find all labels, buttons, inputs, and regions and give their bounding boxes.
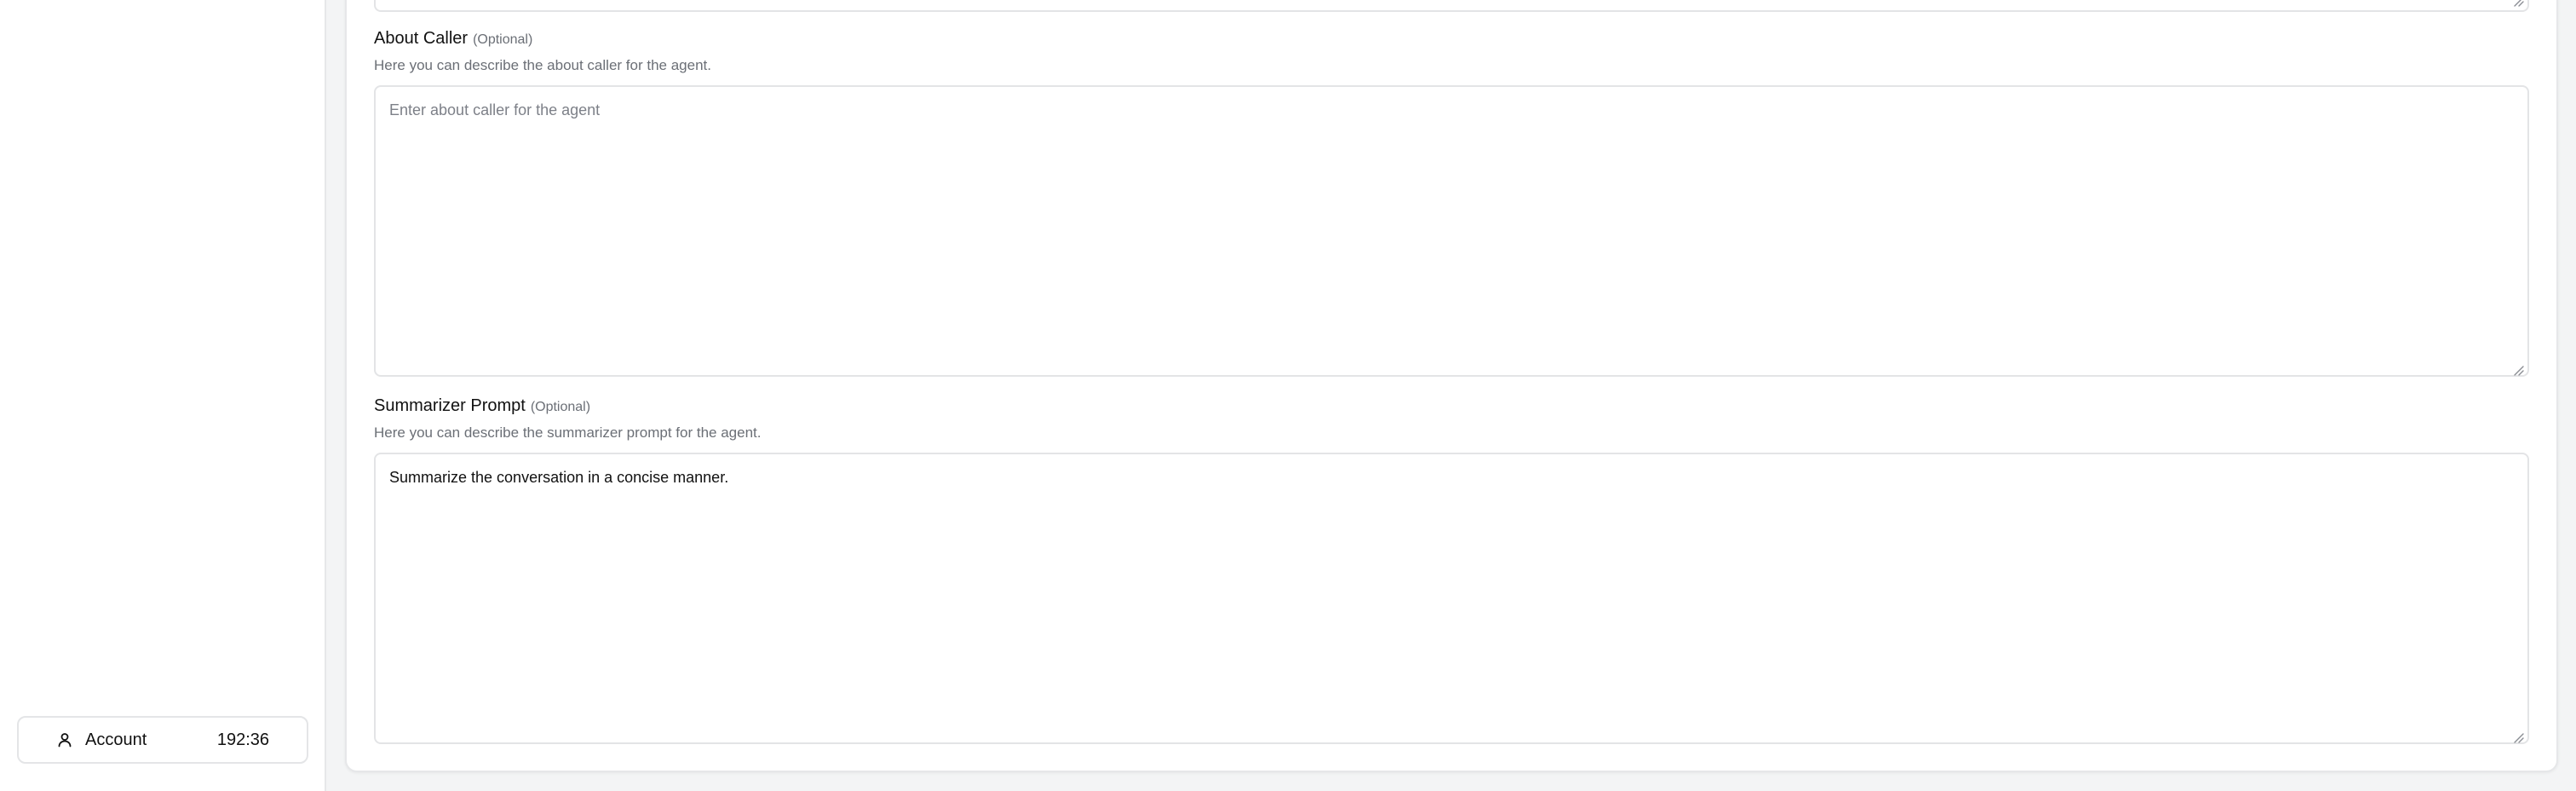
resize-grip-icon[interactable] <box>2512 727 2524 743</box>
resize-grip-icon[interactable] <box>2512 360 2524 376</box>
resize-grip-icon[interactable] <box>2512 0 2524 7</box>
about-caller-placeholder: Enter about caller for the agent <box>389 101 601 118</box>
summarizer-prompt-label: Summarizer Prompt <box>374 396 526 415</box>
about-caller-field: About Caller (Optional) Here you can desc… <box>374 27 2529 377</box>
agent-settings-card: About Caller (Optional) Here you can desc… <box>345 0 2558 772</box>
optional-tag: (Optional) <box>473 32 533 47</box>
about-caller-description: Here you can describe the about caller f… <box>374 57 711 73</box>
optional-tag: (Optional) <box>530 400 591 414</box>
about-caller-textarea[interactable]: Enter about caller for the agent <box>374 85 2529 377</box>
summarizer-prompt-description: Here you can describe the summarizer pro… <box>374 424 762 441</box>
user-icon <box>56 731 73 748</box>
summarizer-prompt-field: Summarizer Prompt (Optional) Here you can… <box>374 395 2529 744</box>
summarizer-prompt-title: Summarizer Prompt (Optional) <box>374 395 2529 417</box>
about-caller-title: About Caller (Optional) <box>374 27 2529 49</box>
account-button[interactable]: Account 192:36 <box>17 716 308 764</box>
summarizer-prompt-value: Summarize the conversation in a concise … <box>389 469 729 486</box>
account-label: Account <box>85 730 147 749</box>
about-caller-label: About Caller <box>374 29 469 48</box>
account-time: 192:36 <box>216 730 269 749</box>
previous-textarea[interactable] <box>374 0 2529 12</box>
summarizer-prompt-textarea[interactable]: Summarize the conversation in a concise … <box>374 453 2529 744</box>
sidebar: Account 192:36 <box>0 0 326 791</box>
